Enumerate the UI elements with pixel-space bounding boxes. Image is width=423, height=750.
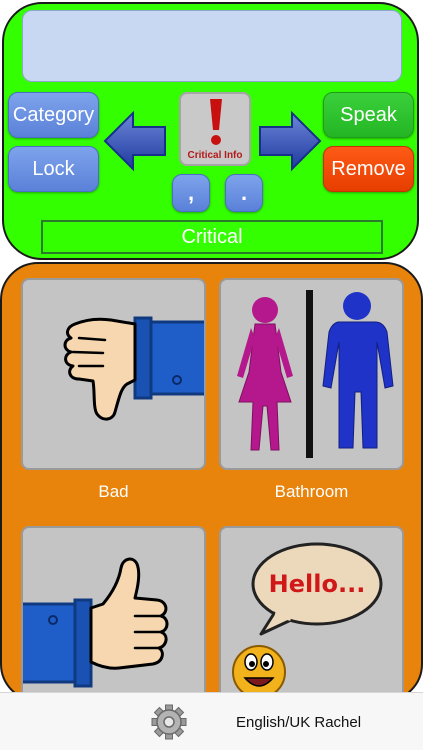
symbol-grid: Bad Bathroom Hello... [0,262,423,702]
critical-info-button[interactable]: Critical Info [179,92,251,166]
message-bar[interactable] [22,10,402,82]
tile-label: Bad [98,482,129,501]
thumbs-down-icon [63,316,204,421]
comma-button[interactable]: , [172,174,210,212]
speak-button[interactable]: Speak [323,92,414,138]
current-category-label[interactable]: Critical [41,220,383,254]
remove-button[interactable]: Remove [323,146,414,192]
tile-thumbs-up[interactable] [21,526,206,700]
voice-label[interactable]: English/UK Rachel [236,714,361,731]
category-button[interactable]: Category [8,92,99,138]
lock-button[interactable]: Lock [8,146,99,192]
next-arrow-icon[interactable] [258,110,322,172]
exclamation-icon [210,99,222,145]
hello-image-text: Hello... [269,570,366,598]
hello-speech-icon: Hello... [232,542,383,699]
critical-info-label: Critical Info [187,150,243,161]
tile-hello[interactable]: Hello... [219,526,404,700]
restroom-icon [237,290,394,458]
tile-bathroom[interactable] [219,278,404,470]
tile-label: Bathroom [274,482,349,501]
thumbs-up-icon [23,557,169,688]
gear-icon[interactable] [150,702,188,742]
tile-bad[interactable] [21,278,206,470]
period-button[interactable]: . [225,174,263,212]
previous-arrow-icon[interactable] [103,110,167,172]
